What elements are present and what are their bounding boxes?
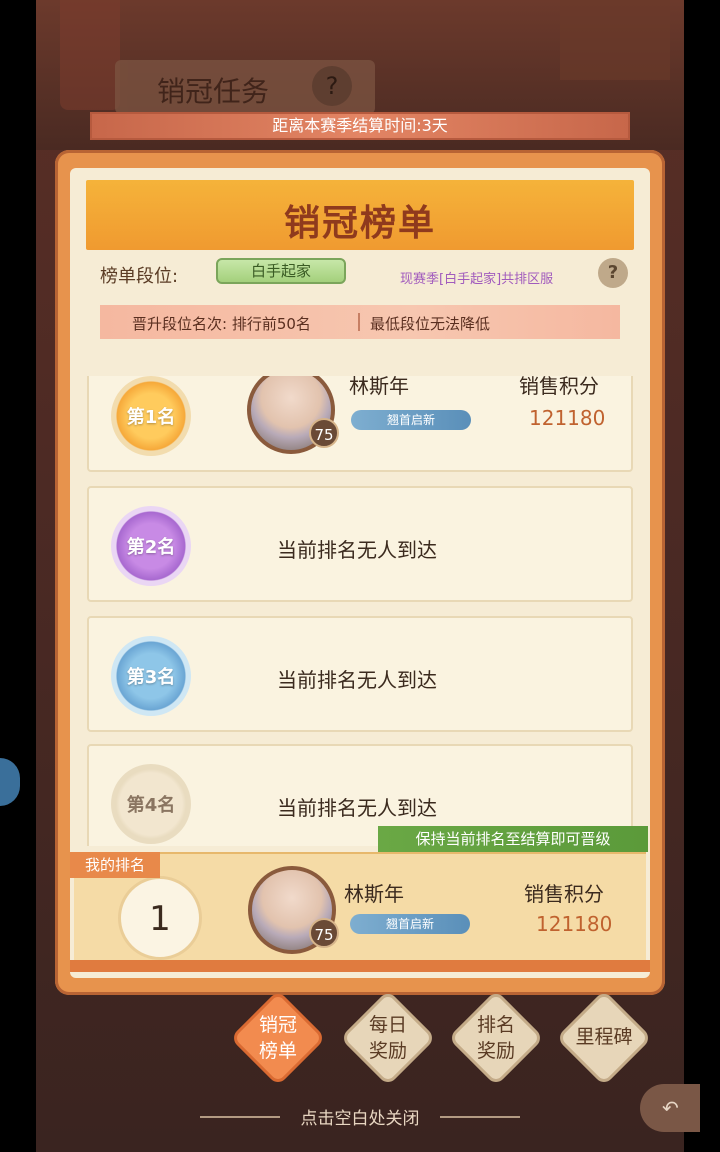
- tab-label: 销冠 榜单: [258, 1014, 297, 1062]
- tab-rank-rewards[interactable]: 排名 奖励: [447, 989, 545, 1087]
- leaderboard-title-ribbon: 销冠榜单: [86, 180, 634, 250]
- close-hint-line-right: [440, 1116, 520, 1118]
- tab-label: 每日 奖励: [368, 1014, 407, 1062]
- tab-sales-leaderboard[interactable]: 销冠 榜单: [229, 989, 327, 1087]
- my-name: 林斯年: [344, 882, 404, 906]
- promotion-rule-text: 晋升段位名次: 排行前50名: [132, 315, 311, 333]
- rank-medal-blue: 第3名: [111, 636, 191, 716]
- my-level: 75: [309, 918, 339, 948]
- rank-medal-label: 第3名: [126, 667, 176, 688]
- keep-rank-text: 保持当前排名至结算即可晋级: [415, 830, 611, 848]
- tab-label: 里程碑: [575, 1026, 633, 1048]
- my-rank-number: 1: [118, 876, 202, 960]
- tab-milestones[interactable]: 里程碑: [555, 989, 653, 1087]
- demotion-rule-text: 最低段位无法降低: [370, 315, 491, 333]
- tier-help-icon[interactable]: ?: [598, 258, 628, 288]
- rank-medal-label: 第4名: [126, 795, 176, 816]
- background-lantern: [60, 0, 120, 110]
- rank-medal-gold: 第1名: [111, 376, 191, 456]
- tier-label: 榜单段位:: [100, 266, 179, 287]
- bottom-tabs: 销冠 榜单 每日 奖励 排名 奖励 里程碑: [229, 989, 660, 1090]
- my-score-label: 销售积分: [524, 882, 604, 906]
- season-timer-text: 距离本赛季结算时间:3天: [272, 116, 448, 135]
- my-score-value: 121180: [536, 912, 613, 936]
- promotion-rule-bar: 晋升段位名次: 排行前50名 最低段位无法降低: [100, 305, 620, 339]
- quest-title-text: 销冠任务: [157, 75, 270, 108]
- score-value: 121180: [529, 406, 606, 430]
- quest-help-icon[interactable]: ?: [312, 66, 352, 106]
- screen[interactable]: 销冠任务 ? 距离本赛季结算时间:3天 销冠榜单 榜单段位: 白手起家 现赛季[…: [0, 0, 720, 1152]
- promotion-divider: [358, 313, 360, 331]
- panel-bottom-strip: [70, 960, 650, 972]
- season-timer-bar: 距离本赛季结算时间:3天: [90, 112, 630, 140]
- rank-card-2: 第2名 当前排名无人到达: [87, 486, 633, 602]
- empty-rank-text: 当前排名无人到达: [277, 796, 437, 820]
- rank-medal-label: 第1名: [126, 407, 176, 428]
- back-arrow-icon: ↶: [662, 1096, 679, 1120]
- side-drawer-tab[interactable]: [0, 758, 20, 806]
- rank-medal-label: 第2名: [126, 537, 176, 558]
- my-rank-tag: 我的排名: [70, 852, 160, 878]
- leaderboard-title: 销冠榜单: [283, 202, 436, 244]
- tier-badge: 白手起家: [216, 258, 346, 284]
- close-hint[interactable]: 点击空白处关闭: [0, 1104, 720, 1129]
- rank-medal-purple: 第2名: [111, 506, 191, 586]
- empty-rank-text: 当前排名无人到达: [277, 668, 437, 692]
- player-name: 林斯年: [349, 376, 409, 398]
- rank-card-1[interactable]: 第1名 75 林斯年 翘首启新 销售积分 121180: [87, 376, 633, 472]
- score-label: 销售积分: [519, 376, 599, 398]
- back-button[interactable]: ↶: [640, 1084, 700, 1132]
- player-level: 75: [309, 418, 339, 448]
- background-roof: [560, 0, 670, 80]
- player-title-badge: 翘首启新: [351, 410, 471, 430]
- rank-list[interactable]: 第1名 75 林斯年 翘首启新 销售积分 121180 第2名 当前排名无人到达…: [85, 376, 635, 846]
- tier-row: 榜单段位: 白手起家 现赛季[白手起家]共排区服 ?: [100, 258, 640, 290]
- my-title-badge: 翘首启新: [350, 914, 470, 934]
- rank-card-3: 第3名 当前排名无人到达: [87, 616, 633, 732]
- tab-daily-rewards[interactable]: 每日 奖励: [339, 989, 437, 1087]
- keep-rank-banner: 保持当前排名至结算即可晋级: [378, 826, 648, 852]
- tab-label: 排名 奖励: [476, 1014, 515, 1062]
- empty-rank-text: 当前排名无人到达: [277, 538, 437, 562]
- rank-medal-plain: 第4名: [111, 764, 191, 844]
- tier-server-info: 现赛季[白手起家]共排区服: [400, 272, 554, 287]
